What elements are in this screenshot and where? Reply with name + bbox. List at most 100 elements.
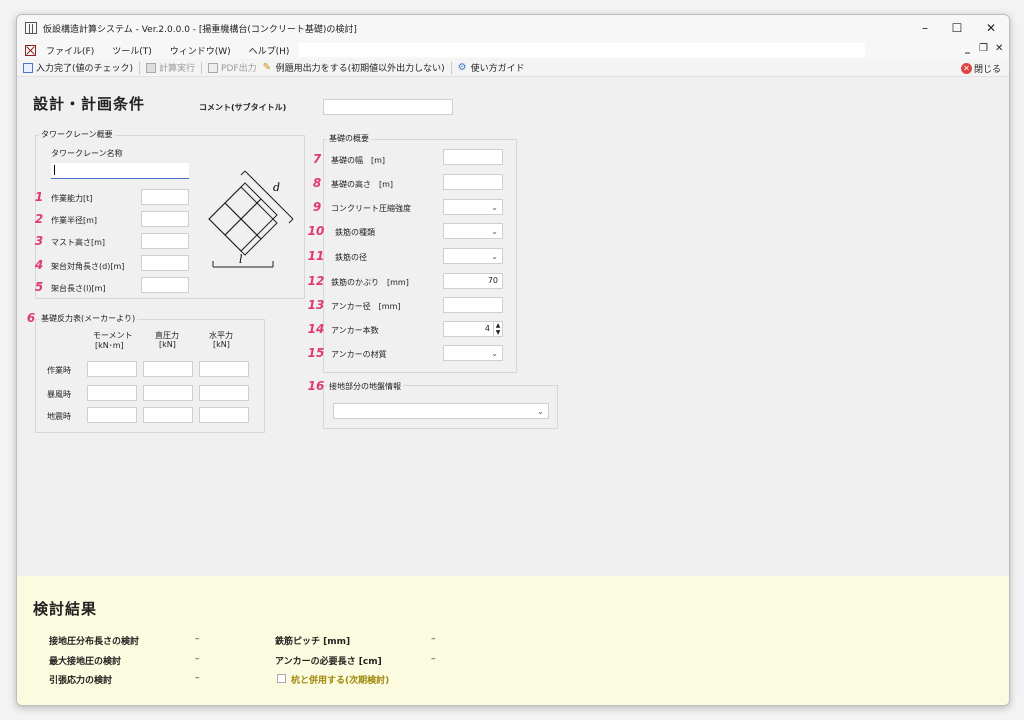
crane-name-label: タワークレーン名称: [51, 149, 123, 158]
mdi-minimize-icon[interactable]: _: [965, 43, 970, 54]
minimize-icon[interactable]: –: [915, 19, 935, 37]
anchor-material-select[interactable]: ⌄: [443, 345, 503, 361]
pencil-icon: ✎: [262, 61, 271, 73]
work-capacity-input[interactable]: [141, 189, 189, 205]
reaction-group-title: 基礎反力表(メーカーより): [39, 313, 138, 324]
working-horizontal-input[interactable]: [199, 361, 249, 377]
diagonal-length-input[interactable]: [141, 255, 189, 271]
badge-4: 4: [34, 258, 44, 272]
badge-16: 16: [307, 379, 325, 393]
input-complete-button[interactable]: 入力完了(値のチェック): [23, 61, 133, 74]
toolbar-separator: [450, 61, 452, 74]
result-value-rebar-pitch: –: [431, 634, 436, 644]
close-window-icon[interactable]: ✕: [981, 19, 1001, 37]
pdf-icon: [208, 62, 219, 73]
menu-file[interactable]: ファイル(F): [46, 44, 94, 57]
work-radius-input[interactable]: [141, 211, 189, 227]
comment-input[interactable]: [323, 99, 453, 115]
result-label-tensile: 引張応力の検討: [49, 676, 113, 686]
working-moment-input[interactable]: [87, 361, 137, 377]
toolbar: 入力完了(値のチェック) 計算実行 PDF出力 ✎ 例題用出力をする(初期値以外…: [17, 59, 1009, 77]
work-capacity-label: 作業能力[t]: [51, 194, 93, 203]
foundation-width-input[interactable]: [443, 149, 503, 165]
earthquake-horizontal-input[interactable]: [199, 407, 249, 423]
maximize-icon[interactable]: ☐: [947, 19, 967, 37]
result-value-max-pressure: –: [195, 654, 200, 664]
example-output-button[interactable]: ✎ 例題用出力をする(初期値以外出力しない): [263, 61, 445, 74]
crane-name-input[interactable]: [51, 163, 189, 179]
comment-label: コメント(サブタイトル): [199, 103, 287, 112]
chevron-down-icon: ⌄: [491, 252, 498, 261]
chevron-down-icon: ⌄: [491, 227, 498, 236]
ground-group-title: 接地部分の地盤情報: [327, 381, 403, 392]
results-title: 検討結果: [33, 600, 98, 618]
foundation-height-input[interactable]: [443, 174, 503, 190]
pdf-output-label: PDF出力: [221, 64, 257, 74]
base-length-input[interactable]: [141, 277, 189, 293]
mdi-close-icon[interactable]: ✕: [995, 43, 1003, 54]
badge-5: 5: [34, 280, 44, 294]
menu-tools[interactable]: ツール(T): [112, 44, 152, 57]
text-caret: [54, 165, 55, 175]
foundation-width-label: 基礎の幅 [m]: [331, 156, 386, 165]
input-complete-label: 入力完了(値のチェック): [36, 64, 134, 74]
guide-label: 使い方ガイド: [470, 64, 525, 74]
foundation-group-title: 基礎の概要: [327, 133, 371, 144]
rebar-type-select[interactable]: ⌄: [443, 223, 503, 239]
concrete-strength-label: コンクリート圧縮強度: [331, 204, 411, 213]
anchor-material-label: アンカーの材質: [331, 350, 387, 359]
result-label-distribution: 接地圧分布長さの検討: [49, 637, 140, 647]
storm-direct-input[interactable]: [143, 385, 193, 401]
row-label-working: 作業時: [47, 366, 71, 375]
storm-moment-input[interactable]: [87, 385, 137, 401]
result-value-anchor-length: –: [431, 654, 436, 664]
mast-height-label: マスト高さ[m]: [51, 238, 106, 247]
app-window: 仮設構造計算システム - Ver.2.0.0.0 - [揚重機構台(コンクリート…: [16, 14, 1010, 706]
work-radius-label: 作業半径[m]: [51, 216, 98, 225]
diagram-label-l: l: [239, 253, 243, 266]
rebar-cover-input[interactable]: 70: [443, 273, 503, 289]
guide-button[interactable]: ⚙ 使い方ガイド: [458, 61, 525, 74]
crane-group-title: タワークレーン概要: [39, 129, 115, 140]
toolbar-separator: [139, 61, 141, 74]
pile-checkbox[interactable]: [277, 674, 286, 683]
concrete-strength-select[interactable]: ⌄: [443, 199, 503, 215]
storm-horizontal-input[interactable]: [199, 385, 249, 401]
results-panel: 検討結果 接地圧分布長さの検討 – 最大接地圧の検討 – 引張応力の検討 – 鉄…: [17, 576, 1009, 705]
ground-info-select[interactable]: ⌄: [333, 403, 549, 419]
result-value-tensile: –: [195, 673, 200, 683]
toolbar-separator: [201, 61, 203, 74]
mast-height-input[interactable]: [141, 233, 189, 249]
badge-12: 12: [307, 274, 325, 288]
result-label-max-pressure: 最大接地圧の検討: [49, 657, 122, 667]
calculate-label: 計算実行: [159, 64, 196, 74]
horizontal-force-col-unit: [kN]: [213, 340, 230, 349]
rebar-diameter-select[interactable]: ⌄: [443, 248, 503, 264]
badge-15: 15: [307, 346, 325, 360]
badge-8: 8: [312, 176, 322, 190]
earthquake-direct-input[interactable]: [143, 407, 193, 423]
document-icon[interactable]: [25, 44, 36, 56]
anchor-diameter-input[interactable]: [443, 297, 503, 313]
spin-arrows-icon[interactable]: ▲ ▼: [493, 322, 502, 336]
mdi-restore-icon[interactable]: ❐: [979, 43, 988, 54]
example-output-label: 例題用出力をする(初期値以外出力しない): [275, 64, 445, 74]
title-bar: 仮設構造計算システム - Ver.2.0.0.0 - [揚重機構台(コンクリート…: [17, 15, 1009, 41]
earthquake-moment-input[interactable]: [87, 407, 137, 423]
badge-11: 11: [307, 249, 325, 263]
close-button[interactable]: ✕ 閉じる: [960, 62, 1001, 75]
pdf-output-button[interactable]: PDF出力: [208, 61, 257, 74]
anchor-diameter-label: アンカー径 [mm]: [331, 302, 401, 311]
badge-7: 7: [312, 152, 322, 166]
calculate-button[interactable]: 計算実行: [146, 61, 195, 74]
crane-base-diagram: d l: [208, 170, 294, 268]
working-direct-input[interactable]: [143, 361, 193, 377]
anchor-count-stepper[interactable]: 4 ▲ ▼: [443, 321, 503, 337]
menu-window[interactable]: ウィンドウ(W): [170, 44, 231, 57]
chevron-down-icon: ⌄: [537, 407, 544, 416]
direct-force-col-unit: [kN]: [159, 340, 176, 349]
anchor-count-label: アンカー本数: [331, 326, 379, 335]
diagram-label-d: d: [273, 181, 280, 194]
menu-help[interactable]: ヘルプ(H): [249, 44, 290, 57]
window-title: 仮設構造計算システム - Ver.2.0.0.0 - [揚重機構台(コンクリート…: [43, 24, 357, 35]
